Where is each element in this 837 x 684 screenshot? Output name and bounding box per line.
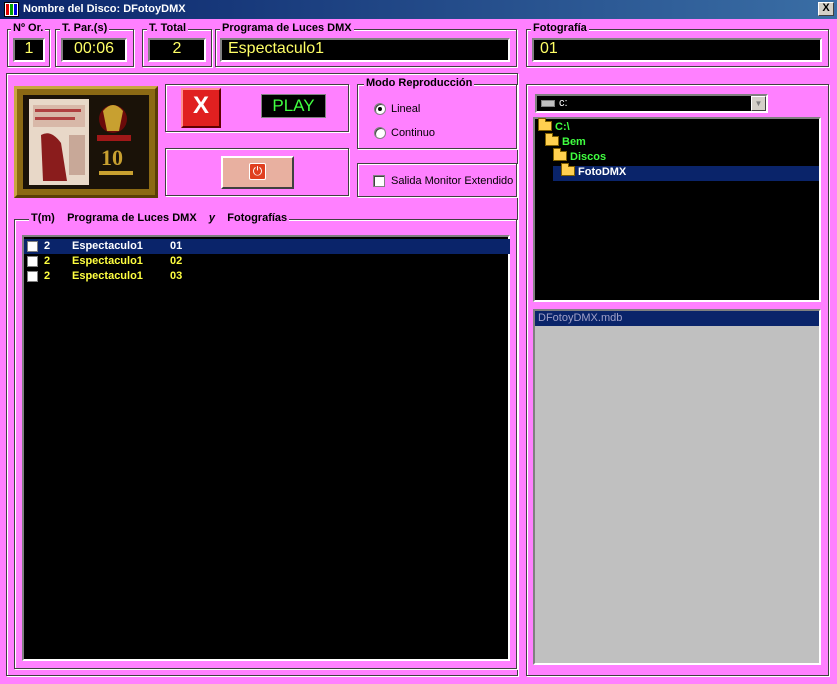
directory-tree[interactable]: C:\ Bem Discos FotoDMX [533,117,821,302]
t-partial-label: T. Par.(s) [60,22,110,34]
dir-item-label: Discos [570,151,607,163]
mode-lineal-label[interactable]: Lineal [391,103,420,115]
file-list[interactable]: DFotoyDMX.mdb [533,309,821,665]
drive-value: c: [559,97,568,109]
num-order-label: Nº Or. [11,22,46,34]
col-and-label: y [208,212,216,224]
row-program: Espectaculo1 [72,270,143,282]
mode-lineal-radio[interactable] [374,103,386,115]
power-button[interactable]: ⏻ [221,156,294,189]
photo-display: 01 [532,38,822,62]
mode-label: Modo Reproducción [364,77,475,89]
playlist-row[interactable]: 2 Espectaculo1 01 [24,239,510,254]
title-bar: Nombre del Disco: DFotoyDMX X [0,0,837,19]
row-time: 2 [44,240,51,252]
drive-select[interactable]: c: ▼ [535,94,768,113]
photo-thumbnail: 10 [23,95,149,189]
t-partial-display: 00:06 [61,38,127,62]
dir-item-root[interactable]: C:\ [538,118,570,136]
playlist-row[interactable]: 2 Espectaculo1 02 [24,254,510,269]
file-item[interactable]: DFotoyDMX.mdb [535,311,819,326]
row-time: 2 [44,270,51,282]
folder-open-icon [553,148,567,161]
stop-button[interactable]: X [181,88,221,128]
window-title: Nombre del Disco: DFotoyDMX [23,3,186,15]
col-t-label: T(m) [31,212,55,224]
program-display: Espectaculo1 [220,38,510,62]
svg-text:10: 10 [101,145,123,170]
playlist-legend: T(m) Programa de Luces DMX y Fotografías [29,212,290,224]
row-photo: 01 [170,240,183,252]
t-total-display: 2 [148,38,206,62]
row-program: Espectaculo1 [72,240,143,252]
folder-open-icon [538,118,552,131]
row-checkbox[interactable] [27,241,38,252]
folder-open-icon [545,133,559,146]
monitor-checkbox[interactable] [373,175,385,187]
playlist-row[interactable]: 2 Espectaculo1 03 [24,269,510,284]
row-photo: 03 [170,270,183,282]
num-order-display: 1 [13,38,45,62]
mode-group: Modo Reproducción [357,77,517,149]
photo-thumbnail-frame: 10 [14,86,158,198]
monitor-label[interactable]: Salida Monitor Extendido [391,175,513,187]
t-total-label: T. Total [147,22,189,34]
app-icon [4,2,19,17]
dir-item-bem[interactable]: Bem [545,133,586,151]
dir-item-fotodmx[interactable]: FotoDMX [553,163,819,181]
dir-item-label: FotoDMX [578,166,627,178]
row-time: 2 [44,255,51,267]
chevron-down-icon[interactable]: ▼ [751,96,766,111]
col-program-label: Programa de Luces DMX [67,212,197,224]
row-checkbox[interactable] [27,271,38,282]
close-button[interactable]: X [818,2,834,16]
row-program: Espectaculo1 [72,255,143,267]
program-label: Programa de Luces DMX [220,22,354,34]
play-indicator[interactable]: PLAY [261,94,326,118]
row-checkbox[interactable] [27,256,38,267]
power-icon: ⏻ [249,163,266,180]
playlist[interactable]: 2 Espectaculo1 01 2 Espectaculo1 02 2 Es… [22,235,510,661]
photo-label: Fotografía [531,22,589,34]
dir-item-label: Bem [562,136,586,148]
folder-open-icon [561,163,575,176]
row-photo: 02 [170,255,183,267]
mode-continuo-label[interactable]: Continuo [391,127,435,139]
drive-icon [541,100,555,107]
dir-item-label: C:\ [555,121,570,133]
photo-thumbnail-image: 10 [23,95,149,189]
mode-continuo-radio[interactable] [374,127,386,139]
col-photos-label: Fotografías [227,212,288,224]
